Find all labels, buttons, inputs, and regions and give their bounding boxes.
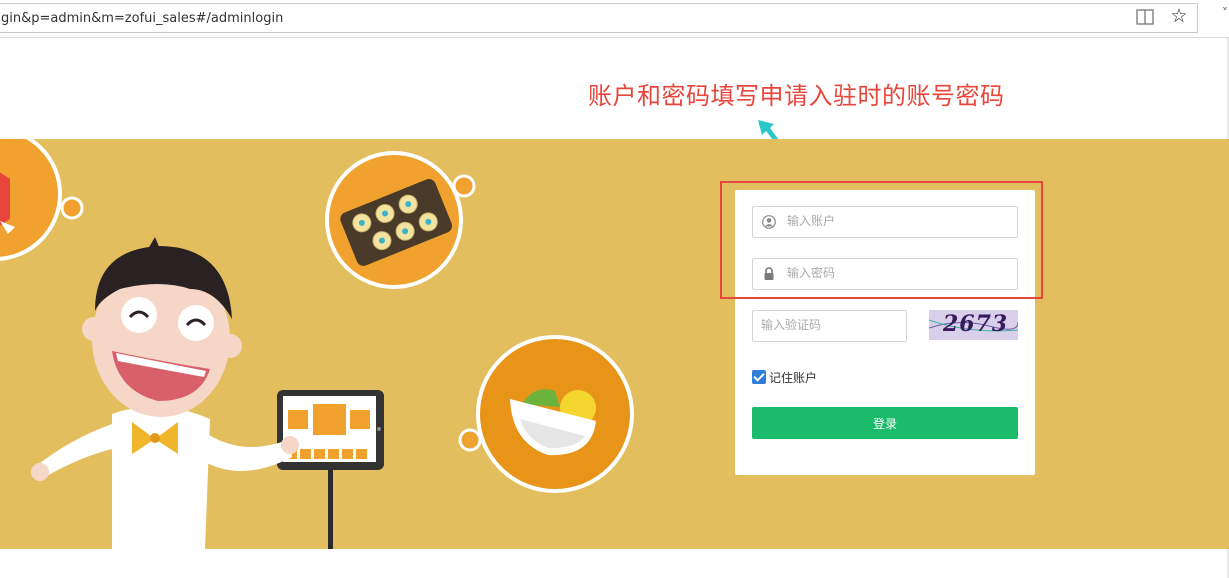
lock-icon (764, 267, 774, 280)
browser-toolbar: gin&p=admin&m=zofui_sales#/adminlogin ☆ … (0, 0, 1229, 38)
url-text: gin&p=admin&m=zofui_sales#/adminlogin (1, 11, 284, 26)
password-input[interactable] (787, 266, 1007, 280)
captcha-image[interactable]: 2673 (929, 310, 1018, 340)
waiter-illustration (0, 139, 634, 549)
reader-view-icon[interactable] (1136, 9, 1154, 25)
captcha-text: 2673 (943, 311, 1009, 337)
hero-banner (0, 139, 1229, 549)
account-field[interactable] (752, 206, 1018, 238)
captcha-input[interactable] (761, 318, 901, 332)
password-field[interactable] (752, 258, 1018, 290)
overflow-indicator: ˅ (1222, 6, 1228, 20)
remember-account[interactable]: 记住账户 (752, 369, 817, 385)
address-bar[interactable]: gin&p=admin&m=zofui_sales#/adminlogin (0, 3, 1198, 33)
remember-checkbox[interactable] (752, 370, 766, 384)
user-icon (762, 215, 776, 229)
annotation-text: 账户和密码填写申请入驻时的账号密码 (588, 82, 1005, 110)
captcha-field[interactable] (752, 310, 907, 342)
account-input[interactable] (787, 214, 1007, 228)
bookmark-star-icon[interactable]: ☆ (1168, 5, 1190, 27)
login-button[interactable]: 登录 (752, 407, 1018, 439)
remember-label: 记住账户 (769, 370, 818, 385)
